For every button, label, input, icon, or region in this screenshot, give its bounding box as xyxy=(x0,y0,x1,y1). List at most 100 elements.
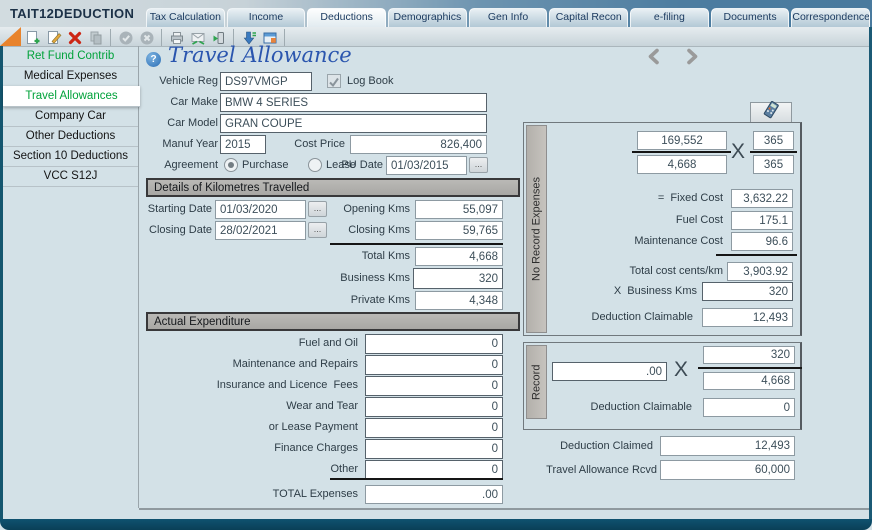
lease-payment-field[interactable]: 0 xyxy=(365,418,503,438)
pu-date-browse-button[interactable]: ... xyxy=(469,157,488,173)
total-expenses-field[interactable]: .00 xyxy=(365,485,503,504)
purchase-radio[interactable] xyxy=(224,158,238,172)
sidebar-item-other-deductions[interactable]: Other Deductions xyxy=(3,126,138,147)
record-rate-field[interactable]: .00 xyxy=(552,362,667,381)
no-record-deduction-claimable-field[interactable]: 12,493 xyxy=(702,308,793,327)
add-record-icon[interactable] xyxy=(24,29,41,46)
private-kms-field[interactable]: 4,348 xyxy=(415,291,503,310)
opening-kms-field[interactable]: 55,097 xyxy=(415,200,503,219)
days-fraction-line xyxy=(750,151,797,153)
maintenance-repairs-field[interactable]: 0 xyxy=(365,355,503,375)
starting-date-field[interactable]: 01/03/2020 xyxy=(215,200,306,219)
application-window: TAIT12DEDUCTION Tax Calculation Income D… xyxy=(0,0,872,530)
copy-record-icon[interactable] xyxy=(87,29,104,46)
record-denominator-field[interactable]: 4,668 xyxy=(703,372,795,390)
delete-record-icon[interactable] xyxy=(66,29,83,46)
lease-payment-label: or Lease Payment xyxy=(180,418,358,437)
business-kms-label: Business Kms xyxy=(325,269,410,288)
car-make-label: Car Make xyxy=(140,93,218,112)
tab-gen-info[interactable]: Gen Info xyxy=(469,8,548,27)
closing-date-field[interactable]: 28/02/2021 xyxy=(215,221,306,240)
fuel-and-oil-label: Fuel and Oil xyxy=(180,334,358,353)
closing-kms-field[interactable]: 59,765 xyxy=(415,221,503,240)
log-book-checkbox[interactable] xyxy=(327,74,341,88)
fixed-cost-numerator-field[interactable]: 169,552 xyxy=(637,131,727,150)
fuel-and-oil-field[interactable]: 0 xyxy=(365,334,503,354)
help-icon[interactable]: ? xyxy=(146,52,161,67)
finance-charges-field[interactable]: 0 xyxy=(365,439,503,459)
vehicle-reg-field[interactable]: DS97VMGP xyxy=(220,72,312,91)
car-model-field[interactable]: GRAN COUPE xyxy=(220,114,487,133)
finance-charges-label: Finance Charges xyxy=(180,439,358,458)
window-bottom-border xyxy=(0,519,872,530)
x-business-kms-label: X Business Kms xyxy=(590,282,697,301)
edit-record-icon[interactable] xyxy=(45,29,62,46)
opening-kms-label: Opening Kms xyxy=(325,200,410,219)
fixed-cost-denominator-field[interactable]: 4,668 xyxy=(637,155,727,174)
sidebar-item-company-car[interactable]: Company Car xyxy=(3,106,138,127)
sidebar-item-section-10-deductions[interactable]: Section 10 Deductions xyxy=(3,146,138,167)
no-record-deduction-claimable-label: Deduction Claimable xyxy=(580,308,693,327)
sidebar-item-travel-allowances[interactable]: Travel Allowances xyxy=(3,86,140,107)
private-kms-label: Private Kms xyxy=(325,291,410,310)
pu-date-label: PU Date xyxy=(330,156,383,175)
sidebar-divider xyxy=(138,46,139,508)
days-numerator-field[interactable]: 365 xyxy=(753,131,794,150)
other-expense-field[interactable]: 0 xyxy=(365,460,503,480)
record-tab: Record xyxy=(526,345,547,419)
days-denominator-field[interactable]: 365 xyxy=(753,155,794,174)
sidebar-item-ret-fund-contrib[interactable]: Ret Fund Contrib xyxy=(3,46,138,67)
record-deduction-claimable-label: Deduction Claimable xyxy=(580,398,692,417)
wear-and-tear-field[interactable]: 0 xyxy=(365,397,503,417)
cost-price-label: Cost Price xyxy=(267,135,345,154)
no-record-expenses-tab: No Record Expenses xyxy=(526,125,547,333)
maintenance-repairs-label: Maintenance and Repairs xyxy=(180,355,358,374)
cancel-icon[interactable] xyxy=(138,29,155,46)
agreement-label: Agreement xyxy=(140,156,218,175)
next-record-icon[interactable] xyxy=(684,48,700,70)
deduction-claimed-field[interactable]: 12,493 xyxy=(660,436,795,456)
kilometres-section-header: Details of Kilometres Travelled xyxy=(146,178,520,197)
car-model-label: Car Model xyxy=(140,114,218,133)
fixed-cost-label: = Fixed Cost xyxy=(600,189,723,208)
record-deduction-claimable-field[interactable]: 0 xyxy=(703,398,795,417)
total-kms-field[interactable]: 4,668 xyxy=(415,247,503,266)
tab-deductions[interactable]: Deductions xyxy=(307,8,386,27)
tab-income[interactable]: Income xyxy=(227,8,306,27)
starting-date-label: Starting Date xyxy=(134,200,212,219)
tab-documents[interactable]: Documents xyxy=(711,8,790,27)
content-bottom-divider xyxy=(139,508,869,510)
tab-correspondence[interactable]: Correspondence xyxy=(791,8,870,27)
manuf-year-label: Manuf Year xyxy=(140,135,218,154)
accept-icon[interactable] xyxy=(117,29,134,46)
sidebar-item-vcc-s12j[interactable]: VCC S12J xyxy=(3,166,138,187)
lease-radio[interactable] xyxy=(308,158,322,172)
fuel-cost-label: Fuel Cost xyxy=(600,211,723,230)
insurance-licence-fees-field[interactable]: 0 xyxy=(365,376,503,396)
maintenance-cost-label: Maintenance Cost xyxy=(600,232,723,251)
x-business-kms-field[interactable]: 320 xyxy=(702,282,793,301)
tab-tax-calculation[interactable]: Tax Calculation xyxy=(146,8,225,27)
cost-price-field[interactable]: 826,400 xyxy=(350,135,487,154)
multiply-operator: X xyxy=(731,140,745,164)
prev-record-icon[interactable] xyxy=(646,48,662,70)
manuf-year-field[interactable]: 2015 xyxy=(220,135,266,154)
car-make-field[interactable]: BMW 4 SERIES xyxy=(220,93,487,112)
sidebar-item-medical-expenses[interactable]: Medical Expenses xyxy=(3,66,138,87)
travel-allowance-rcvd-field[interactable]: 60,000 xyxy=(660,460,795,480)
calculator-button[interactable] xyxy=(750,102,792,123)
closing-kms-label: Closing Kms xyxy=(325,221,410,240)
business-kms-field[interactable]: 320 xyxy=(413,268,503,289)
pu-date-field[interactable]: 01/03/2015 xyxy=(386,156,467,175)
tab-e-filing[interactable]: e-filing xyxy=(630,8,709,27)
tab-demographics[interactable]: Demographics xyxy=(388,8,467,27)
tab-capital-recon[interactable]: Capital Recon xyxy=(549,8,628,27)
record-numerator-field[interactable]: 320 xyxy=(703,346,795,364)
fixed-cost-field[interactable]: 3,632.22 xyxy=(731,189,793,208)
total-cost-field[interactable]: 3,903.92 xyxy=(727,262,793,281)
window-title: TAIT12DEDUCTION xyxy=(10,6,134,21)
total-cost-label: Total cost cents/km xyxy=(600,262,723,281)
maintenance-cost-field[interactable]: 96.6 xyxy=(731,232,793,251)
fuel-cost-field[interactable]: 175.1 xyxy=(731,211,793,230)
insurance-licence-fees-label: Insurance and Licence Fees xyxy=(180,376,358,395)
